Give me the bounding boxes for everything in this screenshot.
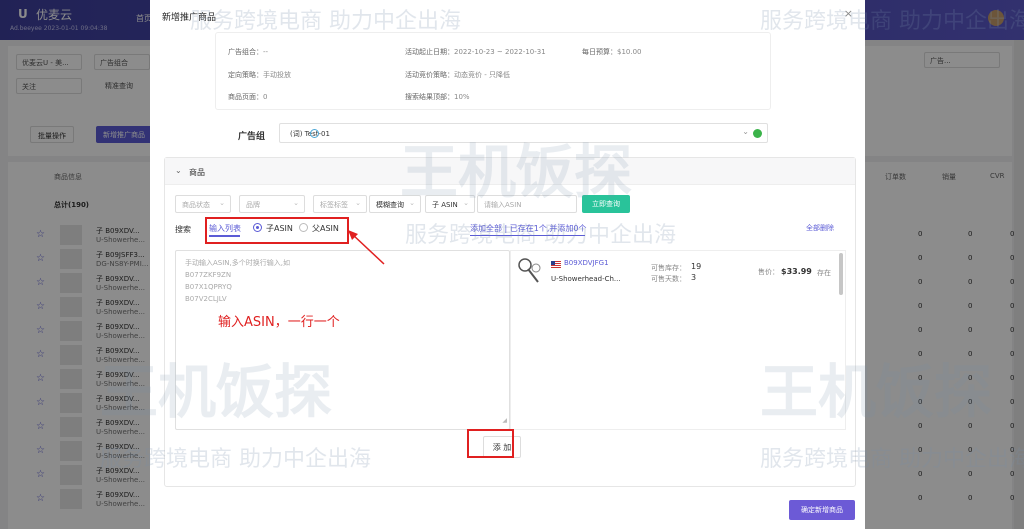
watermark: 服务跨境电商 助力中企出海 [190,9,461,34]
watermark-logo: 王机饭探 [760,358,993,426]
brand-select[interactable]: 品牌 ⌄ [239,195,305,213]
chevron-down-icon: ⌄ [293,199,299,207]
list-scrollbar[interactable] [839,253,843,295]
annotation-box-add [467,429,514,458]
summary-targeting: 定向策略：手动投放 [228,71,291,79]
campaign-summary: 广告组合：-- 活动起止日期：2022-10-23 ~ 2022-10-31 每… [215,32,771,110]
watermark-logo: 王机饭探 [100,358,333,426]
watermark: 服务跨境电商 助力中企出海 [405,223,676,248]
product-status-select[interactable]: 商品状态 ⌄ [175,195,231,213]
result-title: U-Showerhead-Ch... [551,275,621,283]
search-label: 搜索 [175,225,191,234]
annotation-text: 输入ASIN，一行一个 [218,315,340,330]
chevron-down-icon: ⌄ [742,127,749,136]
summary-dates: 活动起止日期：2022-10-23 ~ 2022-10-31 [405,48,546,56]
annotation-arrow-icon [348,230,385,265]
summary-product-page: 商品页面：0 [228,93,268,101]
product-thumbnail [518,258,541,283]
products-label: 商品 [189,168,205,177]
ad-group-label: 广告组 [238,132,266,142]
summary-bidding: 活动竞价策略：动态竞价 - 只降低 [405,71,510,79]
summary-top-search: 搜索结果顶部：10% [405,93,470,101]
days-value: 3 [691,273,697,282]
watermark: 服务跨境电商 助力中企出海 [760,9,1024,34]
watermark: 服务跨境电商 助力中企出海 [100,447,371,472]
tag-select[interactable]: 标签标签 ⌄ [313,195,367,213]
result-asin[interactable]: B09XDVJFG1 [564,259,609,267]
summary-portfolio: 广告组合：-- [228,48,269,56]
annotation-box-tabs [205,217,349,244]
resize-handle-icon[interactable]: ◢ [502,415,507,427]
chevron-down-icon: ⌄ [219,199,225,207]
watermark-logo: 王机饭探 [400,138,633,206]
chevron-down-icon: ⌄ [355,199,361,207]
stock-value: 19 [691,262,702,271]
globe-icon [310,129,319,138]
us-flag-icon [551,261,561,268]
days-label: 可售天数： [651,275,686,283]
watermark: 服务跨境电商 助力中企出海 [760,447,1024,472]
check-circle-icon [753,129,762,138]
summary-budget: 每日预算：$10.00 [582,48,642,56]
clear-all-link[interactable]: 全部删除 [806,223,834,233]
stock-label: 可售库存： [651,264,686,272]
chevron-down-icon[interactable]: ⌄ [175,166,182,175]
price: 售价： $33.99 [758,267,812,276]
status-badge: 存在 [817,269,831,277]
confirm-add-button[interactable]: 确定新增商品 [789,500,855,520]
